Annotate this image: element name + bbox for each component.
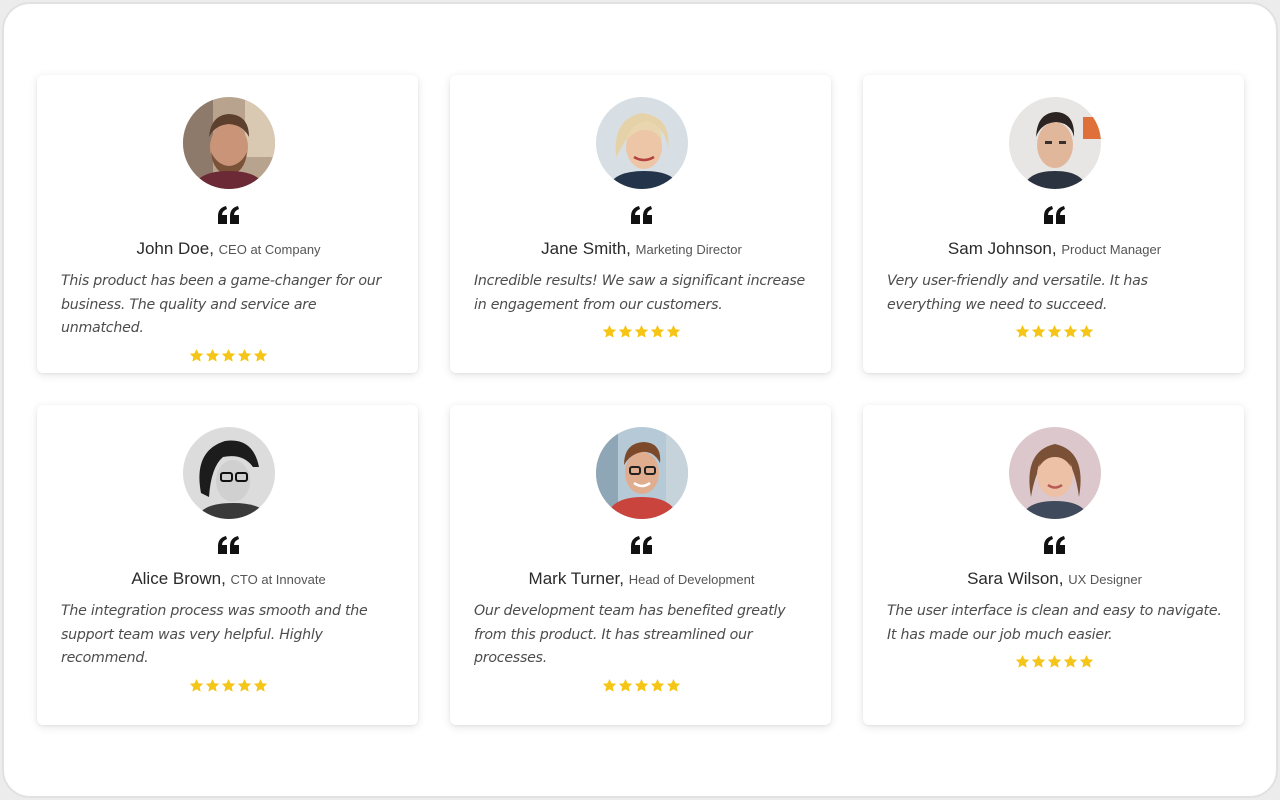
avatar [182, 97, 275, 189]
avatar [595, 427, 688, 519]
star-icon [602, 678, 617, 692]
testimonial-text: Our development team has benefited great… [474, 603, 786, 666]
author-role: Head of Development [628, 572, 755, 587]
testimonial-card: Jane Smith, Marketing Director Incredibl… [450, 75, 831, 373]
quote-icon [887, 533, 1222, 557]
star-icon [1047, 324, 1062, 338]
testimonial-card: Sara Wilson, UX Designer The user interf… [863, 405, 1244, 725]
author-role: Product Manager [1061, 242, 1162, 257]
avatar [1008, 97, 1101, 189]
star-icon [205, 678, 220, 692]
testimonial-text: The user interface is clean and easy to … [887, 603, 1222, 643]
star-icon [666, 324, 681, 338]
star-icon [237, 348, 252, 362]
star-icon [618, 324, 633, 338]
star-rating [887, 654, 1222, 669]
star-icon [253, 348, 268, 362]
star-icon [1079, 324, 1094, 338]
author-name: Mark Turner, [528, 569, 624, 588]
star-icon [634, 678, 649, 692]
author-name: Jane Smith, [541, 239, 631, 258]
testimonial-text: Incredible results! We saw a significant… [474, 273, 806, 313]
star-icon [189, 348, 204, 362]
author-role: CEO at Company [218, 242, 321, 257]
star-icon [618, 678, 633, 692]
author-name: Sara Wilson, [967, 569, 1064, 588]
author-line: Alice Brown, CTO at Innovate [61, 568, 396, 591]
star-icon [1015, 654, 1030, 668]
avatar [595, 97, 688, 189]
star-icon [221, 348, 236, 362]
author-line: John Doe, CEO at Company [61, 238, 396, 261]
author-name: Alice Brown, [131, 569, 226, 588]
author-line: Jane Smith, Marketing Director [474, 238, 809, 261]
star-icon [650, 324, 665, 338]
star-rating [474, 678, 809, 693]
star-rating [474, 324, 809, 339]
author-line: Mark Turner, Head of Development [474, 568, 809, 591]
star-icon [650, 678, 665, 692]
star-rating [887, 324, 1222, 339]
star-icon [666, 678, 681, 692]
quote-icon [61, 533, 396, 557]
star-icon [1063, 324, 1078, 338]
star-icon [205, 348, 220, 362]
star-icon [221, 678, 236, 692]
star-icon [1031, 654, 1046, 668]
testimonial-text: Very user-friendly and versatile. It has… [887, 273, 1148, 313]
star-icon [634, 324, 649, 338]
author-line: Sam Johnson, Product Manager [887, 238, 1222, 261]
testimonials-grid: John Doe, CEO at Company This product ha… [37, 75, 1244, 725]
star-icon [1079, 654, 1094, 668]
testimonial-card: Sam Johnson, Product Manager Very user-f… [863, 75, 1244, 373]
author-line: Sara Wilson, UX Designer [887, 568, 1222, 591]
testimonial-text: This product has been a game-changer for… [61, 273, 382, 336]
star-icon [1063, 654, 1078, 668]
avatar [182, 427, 275, 519]
avatar [1008, 427, 1101, 519]
quote-icon [474, 203, 809, 227]
author-role: CTO at Innovate [230, 572, 326, 587]
testimonial-text: The integration process was smooth and t… [61, 603, 368, 666]
star-rating [61, 678, 396, 693]
author-name: Sam Johnson, [947, 239, 1057, 258]
author-role: UX Designer [1068, 572, 1142, 587]
star-icon [1031, 324, 1046, 338]
testimonial-card: John Doe, CEO at Company This product ha… [37, 75, 418, 373]
quote-icon [61, 203, 396, 227]
testimonial-card: Alice Brown, CTO at Innovate The integra… [37, 405, 418, 725]
star-icon [237, 678, 252, 692]
star-icon [189, 678, 204, 692]
star-icon [1047, 654, 1062, 668]
testimonial-card: Mark Turner, Head of Development Our dev… [450, 405, 831, 725]
quote-icon [474, 533, 809, 557]
page-frame: John Doe, CEO at Company This product ha… [2, 2, 1278, 798]
star-icon [1015, 324, 1030, 338]
quote-icon [887, 203, 1222, 227]
author-role: Marketing Director [635, 242, 742, 257]
star-icon [602, 324, 617, 338]
author-name: John Doe, [136, 239, 214, 258]
star-icon [253, 678, 268, 692]
star-rating [61, 348, 396, 363]
